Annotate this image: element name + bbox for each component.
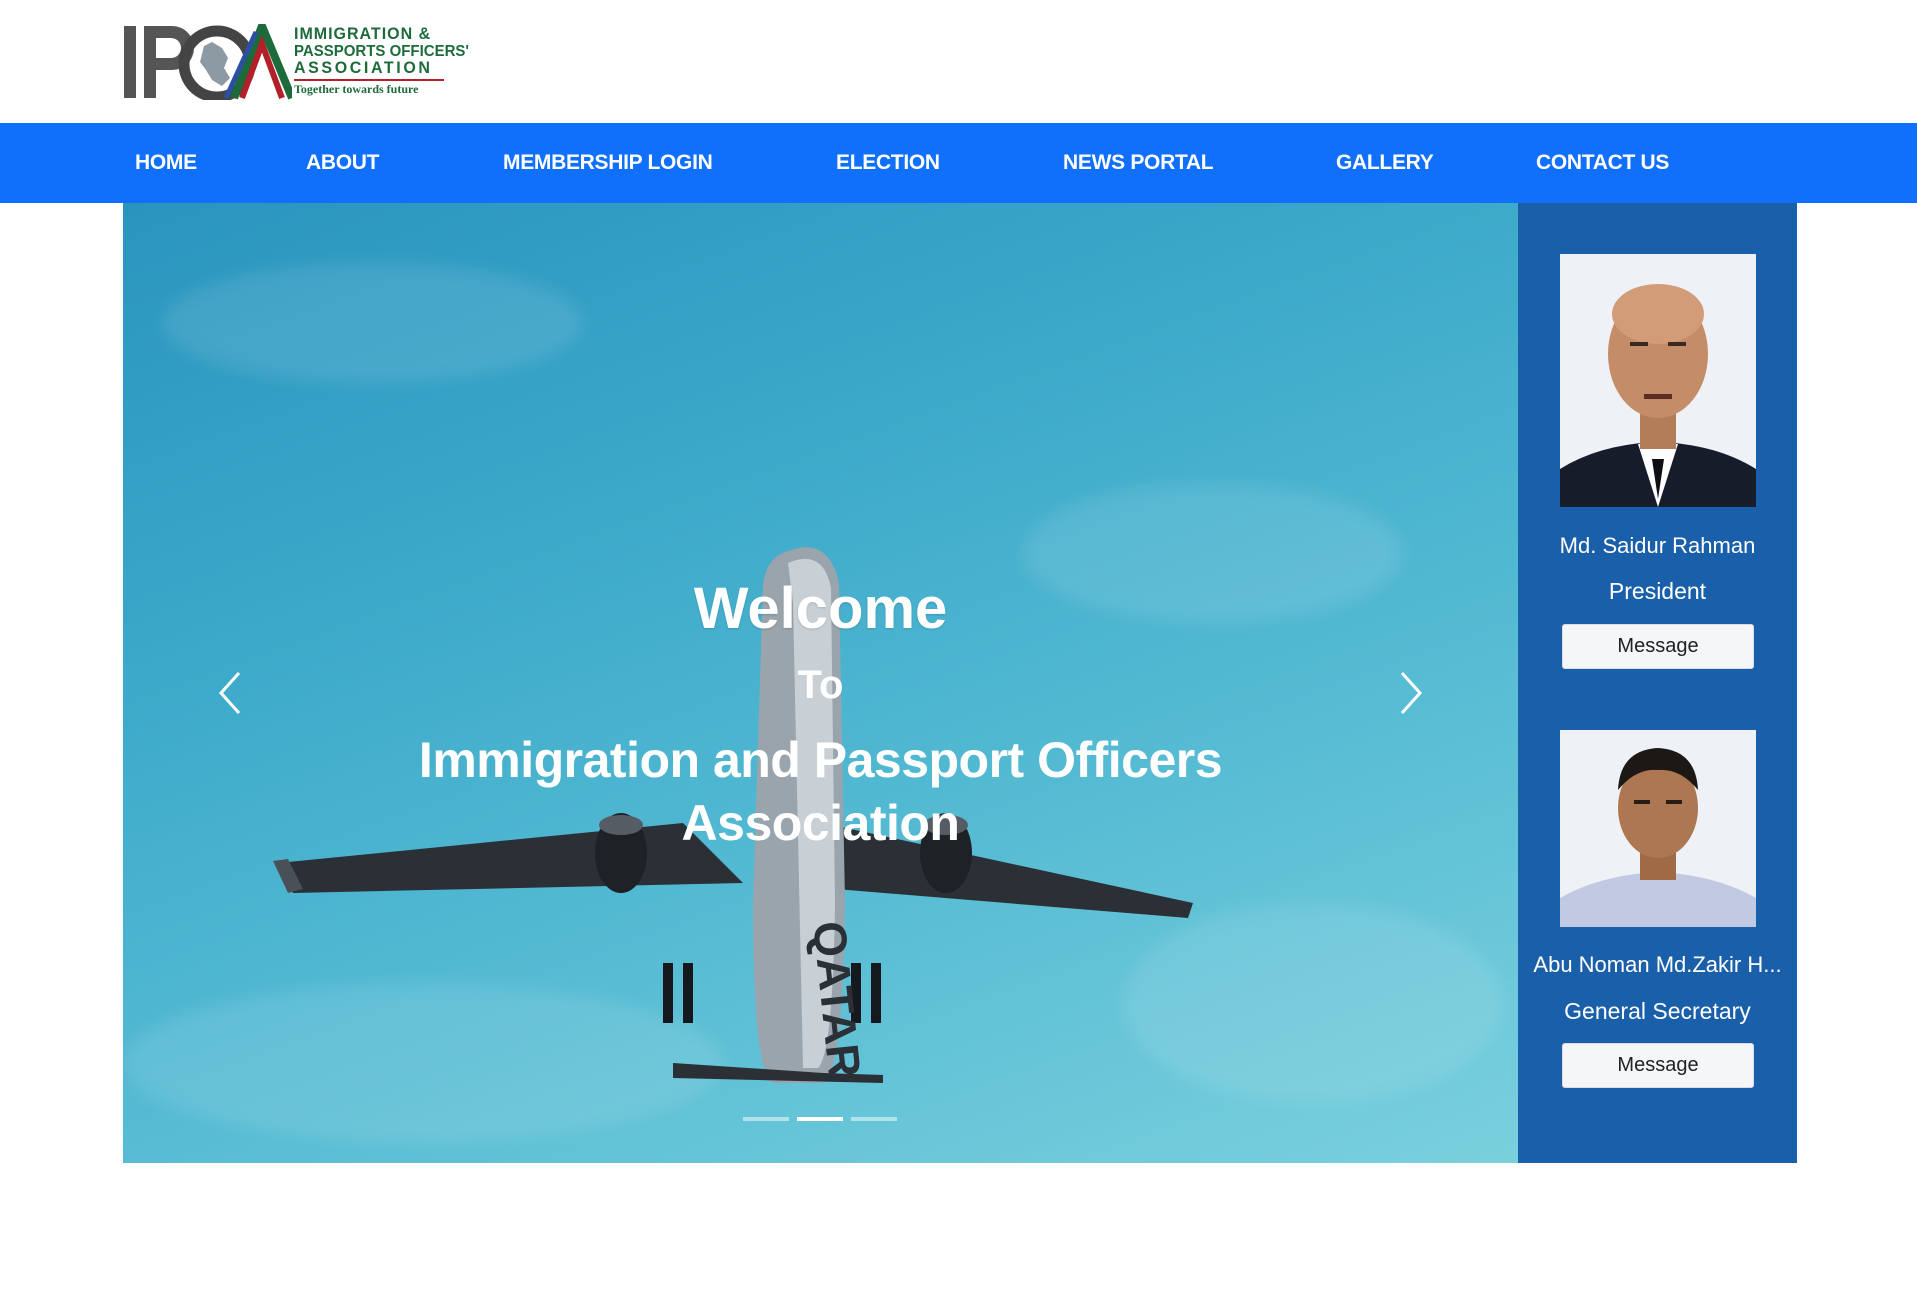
logo-line-1: IMMIGRATION & — [294, 25, 432, 44]
nav-item-membership-login[interactable]: MEMBERSHIP LOGIN — [503, 123, 713, 203]
nav-item-gallery[interactable]: GALLERY — [1336, 123, 1434, 203]
slide-indicator-2[interactable] — [797, 1117, 843, 1121]
hero-slider: QATAR Welcome To Immigration and Passpor… — [123, 203, 1518, 1163]
leaders-panel: Md. Saidur Rahman President Message Abu … — [1518, 203, 1797, 1163]
nav-item-contact-us[interactable]: CONTACT US — [1536, 123, 1669, 203]
president-photo — [1560, 254, 1756, 507]
nav-item-news-portal[interactable]: NEWS PORTAL — [1063, 123, 1214, 203]
general-secretary-photo — [1560, 730, 1756, 927]
logo-line-2: PASSPORTS OFFICERS' — [294, 42, 469, 61]
president-role: President — [1608, 578, 1707, 604]
ipoa-logo-mark — [122, 15, 296, 103]
hero-to-text: To — [797, 663, 844, 707]
president-name: Md. Saidur Rahman — [1559, 533, 1756, 558]
logo-tagline: Together towards future — [294, 79, 444, 97]
site-header: IMMIGRATION & PASSPORTS OFFICERS' ASSOCI… — [0, 0, 1917, 123]
chevron-left-icon — [218, 671, 241, 715]
slider-next-button[interactable] — [1390, 663, 1430, 723]
site-logo[interactable]: IMMIGRATION & PASSPORTS OFFICERS' ASSOCI… — [122, 15, 469, 103]
chevron-right-icon — [1400, 671, 1423, 715]
slide-indicator-1[interactable] — [743, 1117, 789, 1121]
main-nav: HOME ABOUT MEMBERSHIP LOGIN ELECTION NEW… — [0, 123, 1917, 203]
president-message-button[interactable]: Message — [1562, 624, 1754, 669]
slider-indicators — [743, 1117, 903, 1123]
general-secretary-message-button[interactable]: Message — [1562, 1043, 1754, 1088]
general-secretary-name: Abu Noman Md.Zakir H... — [1533, 952, 1782, 977]
general-secretary-role: General Secretary — [1564, 998, 1751, 1024]
nav-item-about[interactable]: ABOUT — [306, 123, 379, 203]
slide-indicator-3[interactable] — [851, 1117, 897, 1121]
slider-prev-button[interactable] — [211, 663, 251, 723]
hero-association-name: Immigration and Passport Officers Associ… — [418, 732, 1223, 851]
hero-welcome-text: Welcome — [693, 576, 948, 641]
hero-caption: Welcome To Immigration and Passport Offi… — [123, 203, 1518, 1163]
nav-item-home[interactable]: HOME — [135, 123, 197, 203]
logo-text-block: IMMIGRATION & PASSPORTS OFFICERS' ASSOCI… — [294, 25, 469, 97]
nav-item-election[interactable]: ELECTION — [836, 123, 940, 203]
logo-line-3: ASSOCIATION — [294, 59, 433, 78]
